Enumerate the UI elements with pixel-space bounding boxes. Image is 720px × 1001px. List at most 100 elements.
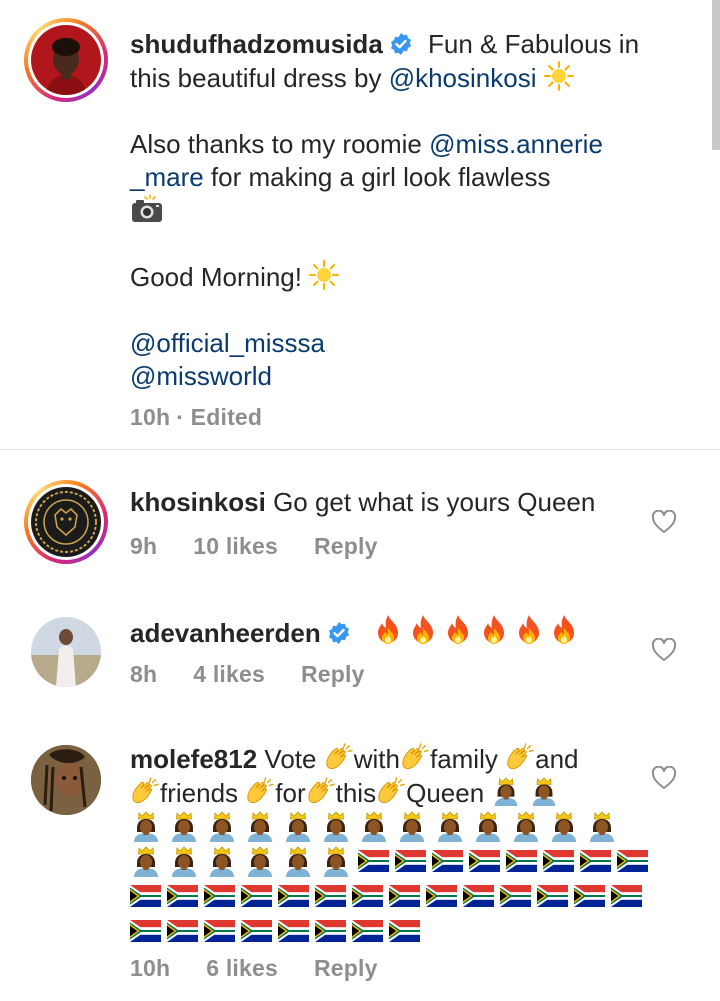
woman-with-crown-icon — [491, 776, 521, 806]
post-caption: shudufhadzomusida Fun & Fabulous in this… — [0, 0, 720, 449]
south-africa-flag-icon — [426, 885, 457, 907]
woman-with-crown-icon — [548, 810, 580, 842]
comment-word: friends — [160, 778, 239, 808]
woman-with-crown-icon — [586, 810, 618, 842]
comment-text: molefe812 Vote with family and friends fo… — [130, 742, 630, 810]
fire-icon — [480, 614, 508, 646]
clapping-hands-icon — [324, 742, 354, 772]
reply-button[interactable]: Reply — [301, 661, 365, 687]
comment-text: khosinkosi Go get what is yours Queen — [130, 486, 595, 519]
south-africa-flag-icon — [580, 850, 611, 872]
caption-line1: Fun & Fabulous in — [428, 29, 640, 59]
fire-emoji-row — [374, 618, 578, 648]
south-africa-flag-icon — [611, 885, 642, 907]
fire-icon — [550, 614, 578, 646]
south-africa-flag-icon — [130, 920, 161, 942]
comment-avatar[interactable] — [24, 480, 108, 564]
heart-icon[interactable] — [651, 766, 677, 790]
clapping-hands-icon — [306, 776, 336, 806]
caption-line3: Also thanks to my roomie — [130, 129, 430, 159]
south-africa-flag-icon — [204, 920, 235, 942]
south-africa-flag-icon — [204, 885, 235, 907]
south-africa-flag-icon — [315, 920, 346, 942]
comment-meta: 10h 6 likes Reply — [130, 955, 414, 982]
mention-miss-annerie-cont[interactable]: _mare — [130, 162, 204, 192]
clapping-hands-icon — [400, 742, 430, 772]
caption-avatar[interactable] — [24, 18, 108, 102]
south-africa-flag-icon — [537, 885, 568, 907]
caption-username[interactable]: shudufhadzomusida — [130, 29, 383, 59]
divider — [0, 449, 720, 450]
woman-with-crown-icon — [130, 810, 162, 842]
south-africa-flag-icon — [352, 920, 383, 942]
woman-with-crown-icon — [282, 845, 314, 877]
south-africa-flag-icon — [432, 850, 463, 872]
south-africa-flag-icon — [543, 850, 574, 872]
comment-username[interactable]: khosinkosi — [130, 487, 266, 517]
comment-avatar[interactable] — [31, 617, 101, 687]
sun-icon — [309, 260, 339, 290]
comment-username[interactable]: molefe812 — [130, 744, 257, 774]
clapping-hands-icon — [130, 776, 160, 806]
comment-time: 8h — [130, 661, 158, 687]
south-africa-flag-icon — [167, 885, 198, 907]
woman-with-crown-icon — [206, 845, 238, 877]
south-africa-flag-icon — [315, 885, 346, 907]
heart-icon[interactable] — [651, 638, 677, 662]
comment-word: family — [429, 744, 498, 774]
sun-icon — [544, 61, 574, 91]
emoji-block — [130, 808, 648, 948]
woman-with-crown-icon — [244, 810, 276, 842]
south-africa-flag-icon — [278, 885, 309, 907]
comment-likes[interactable]: 4 likes — [193, 661, 265, 687]
caption-time: 10h — [130, 404, 171, 430]
comment-word: for — [275, 778, 306, 808]
reply-button[interactable]: Reply — [314, 955, 378, 981]
mention-miss-annerie[interactable]: @miss.annerie — [429, 129, 603, 159]
south-africa-flag-icon — [617, 850, 648, 872]
comment-likes[interactable]: 6 likes — [206, 955, 278, 981]
woman-with-crown-icon — [358, 810, 390, 842]
comment-meta: 9h 10 likes Reply — [130, 533, 414, 560]
fire-icon — [374, 614, 402, 646]
caption-meta: 10h · Edited — [130, 404, 298, 431]
woman-with-crown-icon — [168, 845, 200, 877]
woman-with-crown-icon — [320, 845, 352, 877]
south-africa-flag-icon — [130, 885, 161, 907]
camera-flash-icon — [130, 194, 164, 224]
south-africa-flag-icon — [241, 885, 272, 907]
reply-button[interactable]: Reply — [314, 533, 378, 559]
caption-text: shudufhadzomusida Fun & Fabulous in this… — [130, 28, 690, 393]
mention-official-misssa[interactable]: @official_misssa — [130, 328, 325, 358]
heart-icon[interactable] — [651, 510, 677, 534]
mention-missworld[interactable]: @missworld — [130, 361, 272, 391]
south-africa-flag-icon — [352, 885, 383, 907]
comment-time: 10h — [130, 955, 171, 981]
woman-with-crown-icon — [244, 845, 276, 877]
fire-icon — [409, 614, 437, 646]
south-africa-flag-icon — [167, 920, 198, 942]
south-africa-flag-icon — [500, 885, 531, 907]
comment-likes[interactable]: 10 likes — [193, 533, 278, 559]
woman-with-crown-icon — [282, 810, 314, 842]
caption-line4: for making a girl look flawless — [203, 162, 551, 192]
mention-khosinkosi[interactable]: @khosinkosi — [389, 63, 537, 93]
comment-avatar[interactable] — [31, 745, 101, 815]
avatar-image — [31, 25, 101, 95]
south-africa-flag-icon — [463, 885, 494, 907]
clapping-hands-icon — [505, 742, 535, 772]
comment-username[interactable]: adevanheerden — [130, 618, 321, 648]
woman-with-crown-icon — [130, 845, 162, 877]
comment-word: Vote — [264, 744, 317, 774]
caption-greeting: Good Morning! — [130, 262, 302, 292]
woman-with-crown-icon — [396, 810, 428, 842]
fire-icon — [515, 614, 543, 646]
fire-icon — [444, 614, 472, 646]
south-africa-flag-icon — [278, 920, 309, 942]
comment-word: with — [353, 744, 400, 774]
south-africa-flag-icon — [395, 850, 426, 872]
comment-word: and — [535, 744, 579, 774]
woman-with-crown-icon — [472, 810, 504, 842]
comment-time: 9h — [130, 533, 158, 559]
woman-with-crown-icon — [320, 810, 352, 842]
